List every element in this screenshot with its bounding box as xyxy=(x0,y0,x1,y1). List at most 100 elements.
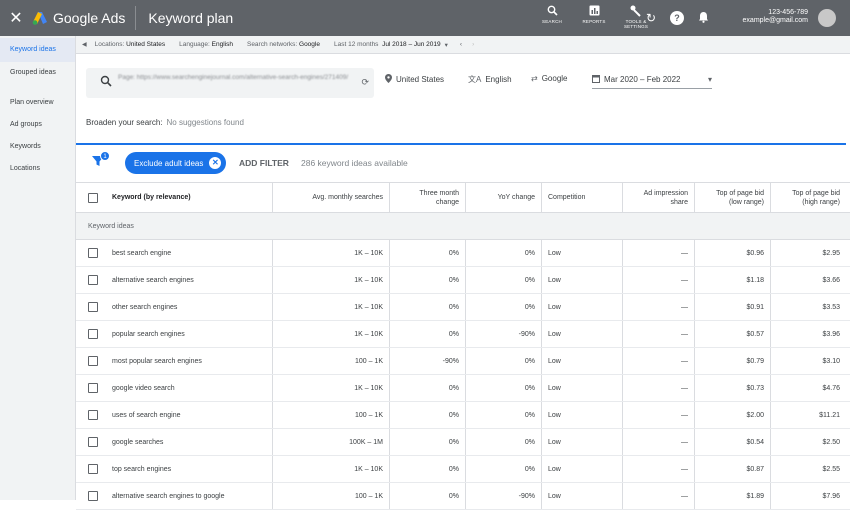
collapse-chevron-icon[interactable]: ◀ xyxy=(82,41,87,48)
table-row[interactable]: google video search 1K – 10K 0% 0% Low — $0.73… xyxy=(76,375,850,402)
competition-cell: Low xyxy=(548,465,561,473)
impression-share-cell: — xyxy=(681,303,688,311)
three-month-change-cell: 0% xyxy=(448,330,459,338)
bid-high-cell: $3.96 xyxy=(822,330,840,338)
keyword-ideas-table: Keyword (by relevance) Avg. monthly sear… xyxy=(76,182,850,510)
bid-low-cell: $2.00 xyxy=(746,411,764,419)
col-impression-header[interactable]: Ad impression share xyxy=(623,183,694,212)
close-icon[interactable]: ✕ xyxy=(2,8,30,28)
keyword-cell: google searches xyxy=(112,438,164,446)
col-avg-header[interactable]: Avg. monthly searches xyxy=(273,183,389,212)
competition-cell: Low xyxy=(548,384,561,392)
translate-icon: 文A xyxy=(468,75,482,84)
bid-high-cell: $3.10 xyxy=(822,357,840,365)
yoy-change-cell: 0% xyxy=(524,303,535,311)
competition-cell: Low xyxy=(548,330,561,338)
network-selector[interactable]: ⇄ Google xyxy=(531,74,568,83)
table-row[interactable]: best search engine 1K – 10K 0% 0% Low — $0.96 $… xyxy=(76,240,850,267)
row-checkbox[interactable] xyxy=(88,302,98,312)
col-competition-header[interactable]: Competition xyxy=(542,183,622,212)
table-row[interactable]: alternative search engines to google 100 … xyxy=(76,483,850,510)
google-ads-logo-icon xyxy=(32,12,47,25)
sidebar-item-grouped-ideas[interactable]: Grouped ideas xyxy=(0,62,75,84)
row-checkbox[interactable] xyxy=(88,248,98,258)
table-header: Keyword (by relevance) Avg. monthly sear… xyxy=(76,182,850,213)
page-title: Keyword plan xyxy=(148,10,234,26)
col-yoy-header[interactable]: YoY change xyxy=(466,183,541,212)
chip-label: Exclude adult ideas xyxy=(134,158,204,168)
col-three-month-header[interactable]: Three month change xyxy=(390,183,465,212)
previous-period-icon[interactable]: ‹ xyxy=(460,41,462,48)
refresh-icon[interactable]: ↻ xyxy=(644,11,658,25)
keyword-cell: top search engines xyxy=(112,465,172,473)
search-tool-button[interactable]: SEARCH xyxy=(536,5,568,24)
sidebar-item-locations[interactable]: Locations xyxy=(0,158,75,180)
sidebar-item-keywords[interactable]: Keywords xyxy=(0,136,75,158)
exclude-adult-ideas-chip[interactable]: Exclude adult ideas ✕ xyxy=(125,152,227,174)
date-range-selector[interactable]: Mar 2020 – Feb 2022 ▾ xyxy=(592,74,712,89)
help-icon[interactable]: ? xyxy=(670,11,684,25)
search-query-text: Page: https://www.searchenginejournal.co… xyxy=(118,74,349,81)
remove-chip-icon[interactable]: ✕ xyxy=(209,157,222,169)
header-divider xyxy=(135,6,137,30)
table-row[interactable]: uses of search engine 100 – 1K 0% 0% Low — $2.… xyxy=(76,402,850,429)
sidebar-item-ad-groups[interactable]: Ad groups xyxy=(0,114,75,136)
notifications-bell-icon[interactable] xyxy=(696,11,710,25)
keyword-count: 286 keyword ideas available xyxy=(301,158,408,168)
impression-share-cell: — xyxy=(681,249,688,257)
keyword-cell: alternative search engines to google xyxy=(112,492,225,500)
search-icon xyxy=(100,75,112,90)
col-keyword-header[interactable]: Keyword (by relevance) xyxy=(112,183,191,212)
bid-high-cell: $7.96 xyxy=(822,492,840,500)
sidebar-item-keyword-ideas[interactable]: Keyword ideas xyxy=(0,38,75,62)
table-row[interactable]: google searches 100K – 1M 0% 0% Low — $0.54 $2.… xyxy=(76,429,850,456)
table-row[interactable]: alternative search engines 1K – 10K 0% 0% Lo… xyxy=(76,267,850,294)
keyword-search-box[interactable]: Page: https://www.searchenginejournal.co… xyxy=(86,68,374,98)
row-checkbox-cell xyxy=(88,240,98,266)
table-row[interactable]: most popular search engines 100 – 1K -90% 0… xyxy=(76,348,850,375)
select-all-checkbox[interactable] xyxy=(88,192,98,203)
three-month-change-cell: 0% xyxy=(448,249,459,257)
locations-filter-value: United States xyxy=(126,41,166,48)
account-info[interactable]: 123-456-789 example@gmail.com xyxy=(743,9,808,25)
row-checkbox[interactable] xyxy=(88,356,98,366)
row-checkbox[interactable] xyxy=(88,437,98,447)
row-checkbox[interactable] xyxy=(88,464,98,474)
period-filter-label: Last 12 months xyxy=(333,41,379,48)
period-dropdown-icon[interactable]: ▾ xyxy=(445,41,448,49)
col-bid-high-header[interactable]: Top of page bid (high range) xyxy=(771,183,846,212)
search-networks-filter[interactable]: Search networks: Google xyxy=(247,41,320,48)
col-three-month-line1: Three month xyxy=(419,189,459,197)
row-checkbox[interactable] xyxy=(88,275,98,285)
language-selector[interactable]: 文A English xyxy=(468,74,512,85)
search-networks-value: Google xyxy=(299,41,320,48)
location-selector[interactable]: United States xyxy=(385,74,444,85)
language-filter[interactable]: Language: English xyxy=(179,41,233,48)
row-checkbox[interactable] xyxy=(88,410,98,420)
table-row[interactable]: popular search engines 1K – 10K 0% -90% Low —… xyxy=(76,321,850,348)
table-row[interactable]: other search engines 1K – 10K 0% 0% Low — $0.9… xyxy=(76,294,850,321)
period-filter[interactable]: Last 12 months Jul 2018 – Jun 2019 xyxy=(334,41,441,48)
clear-query-icon[interactable]: ⟳ xyxy=(361,77,369,88)
reports-tool-button[interactable]: REPORTS xyxy=(578,5,610,24)
row-checkbox-cell xyxy=(88,429,98,455)
row-checkbox-cell xyxy=(88,483,98,509)
search-icon xyxy=(547,5,558,19)
bid-low-cell: $1.18 xyxy=(746,276,764,284)
col-three-month-line2: change xyxy=(436,198,459,206)
select-all-checkbox-cell xyxy=(88,183,98,212)
avg-searches-cell: 1K – 10K xyxy=(354,303,383,311)
row-checkbox[interactable] xyxy=(88,329,98,339)
avg-searches-cell: 100 – 1K xyxy=(354,357,383,365)
col-bid-low-header[interactable]: Top of page bid (low range) xyxy=(695,183,770,212)
sidebar-item-plan-overview[interactable]: Plan overview xyxy=(0,92,75,114)
row-checkbox[interactable] xyxy=(88,383,98,393)
add-filter-button[interactable]: ADD FILTER xyxy=(239,158,289,168)
calendar-icon xyxy=(592,74,600,85)
yoy-change-cell: -90% xyxy=(518,330,535,338)
table-row[interactable]: top search engines 1K – 10K 0% 0% Low — $0.87 $… xyxy=(76,456,850,483)
locations-filter[interactable]: Locations: United States xyxy=(95,41,165,48)
three-month-change-cell: 0% xyxy=(448,384,459,392)
avatar[interactable] xyxy=(818,9,836,27)
next-period-icon[interactable]: › xyxy=(472,41,474,48)
